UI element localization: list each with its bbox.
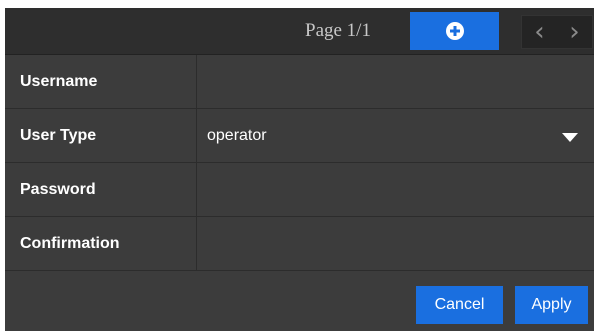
toolbar: Page 1/1 ‹ › (5, 8, 594, 55)
user-form: Username User Type operator Password Con… (5, 55, 594, 271)
pagination-nav: ‹ › (521, 15, 593, 49)
user-type-label: User Type (5, 109, 197, 162)
username-row: Username (5, 55, 594, 109)
dropdown-caret-icon (562, 133, 578, 142)
confirmation-input[interactable] (197, 217, 594, 270)
plus-circle-icon (445, 22, 464, 40)
password-row: Password (5, 163, 594, 217)
user-edit-panel: Page 1/1 ‹ › Username User Type operator (5, 8, 594, 331)
apply-button[interactable]: Apply (515, 286, 588, 324)
next-page-button[interactable]: › (569, 18, 579, 46)
confirmation-label: Confirmation (5, 217, 197, 270)
username-label: Username (5, 55, 197, 108)
user-type-value: operator (207, 126, 267, 144)
user-type-row: User Type operator (5, 109, 594, 163)
page-indicator: Page 1/1 (305, 20, 371, 41)
footer: Cancel Apply (5, 272, 594, 331)
add-user-button[interactable] (410, 12, 499, 50)
prev-page-button[interactable]: ‹ (534, 18, 544, 46)
user-type-select[interactable]: operator (197, 109, 594, 162)
password-input[interactable] (197, 163, 594, 216)
password-label: Password (5, 163, 197, 216)
confirmation-row: Confirmation (5, 217, 594, 271)
username-input[interactable] (197, 55, 594, 108)
cancel-button[interactable]: Cancel (416, 286, 503, 324)
